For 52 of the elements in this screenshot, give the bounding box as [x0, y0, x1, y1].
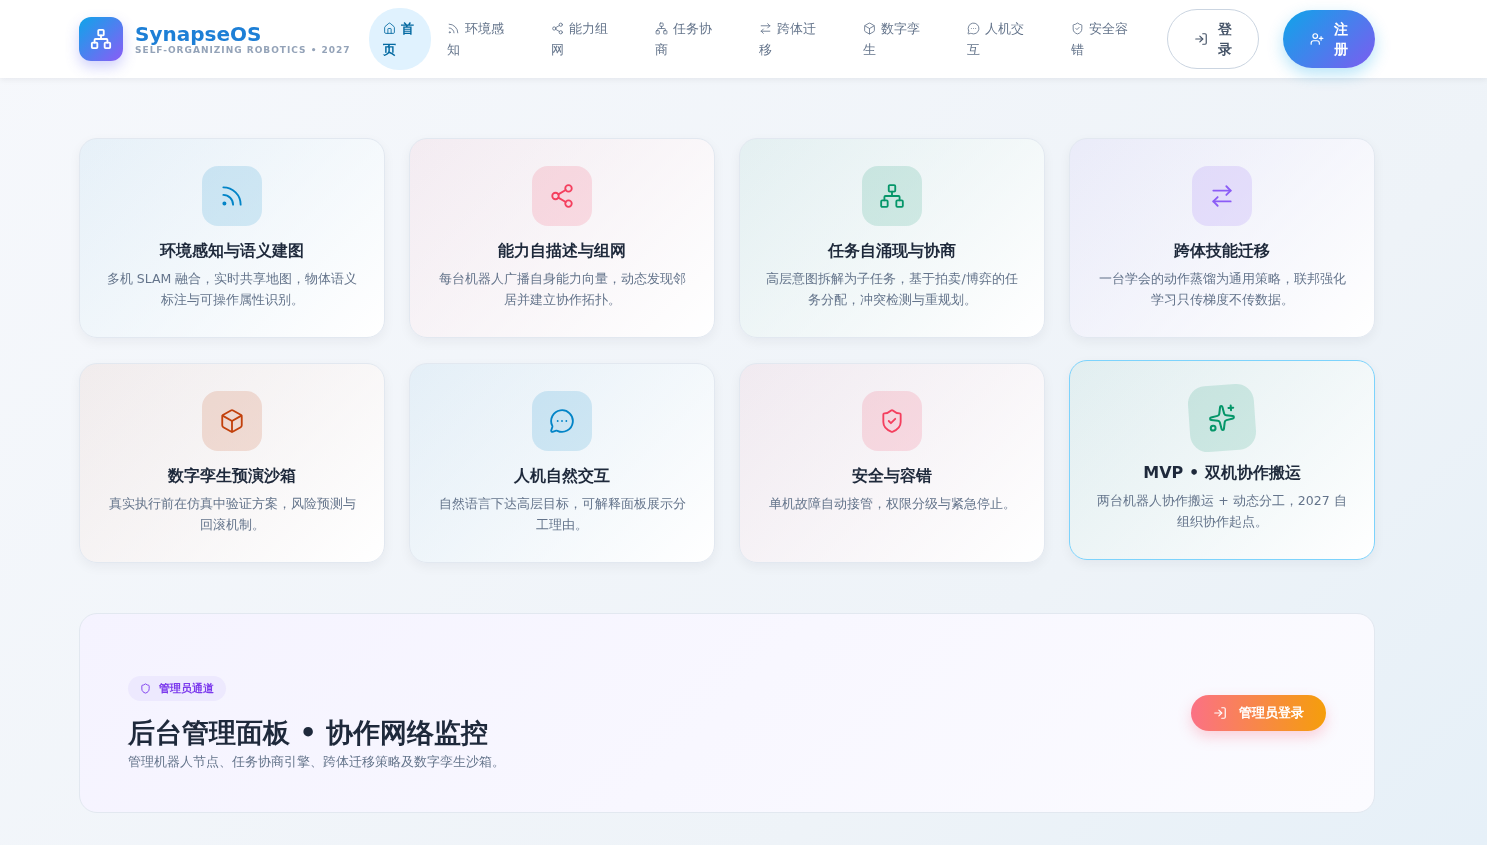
register-button[interactable]: 注册 — [1283, 10, 1375, 68]
nav-tab[interactable]: 首页 — [368, 8, 431, 70]
admin-description: 管理机器人节点、任务协商引擎、跨体迁移策略及数字孪生沙箱。 — [128, 752, 505, 771]
nav-tab[interactable]: 数字孪生 — [852, 8, 937, 70]
card-description: 单机故障自动接管，权限分级与紧急停止。 — [768, 495, 1016, 513]
swap-arrows-icon — [758, 22, 772, 35]
nav-tab[interactable]: 跨体迁移 — [748, 8, 833, 70]
sparkles-icon — [1206, 402, 1238, 434]
login-icon — [1213, 706, 1227, 720]
shield-check-icon — [879, 408, 905, 434]
card-description: 真实执行前在仿真中验证方案，风险预测与回滚机制。 — [107, 495, 357, 534]
signal-arcs-icon — [446, 22, 460, 35]
shield-check-icon — [1070, 22, 1084, 35]
admin-title: 后台管理面板 • 协作网络监控 — [128, 715, 489, 750]
add-user-icon — [1310, 32, 1324, 46]
badge-label: 管理员通道 — [159, 680, 214, 696]
hierarchy-icon — [879, 183, 905, 209]
login-icon — [1194, 32, 1208, 46]
card-title: 环境感知与语义建图 — [160, 241, 304, 262]
card-description: 一台学会的动作蒸馏为通用策略，联邦强化学习只传梯度不传数据。 — [1097, 270, 1347, 309]
card-description: 每台机器人广播自身能力向量，动态发现邻居并建立协作拓扑。 — [437, 270, 687, 309]
card-description: 高层意图拆解为子任务，基于拍卖/博弈的任务分配，冲突检测与重规划。 — [765, 270, 1019, 309]
card-title: 安全与容错 — [852, 466, 932, 487]
card-title: MVP • 双机协作搬运 — [1143, 463, 1301, 484]
hierarchy-icon — [654, 22, 668, 35]
nav-tab[interactable]: 环境感知 — [436, 8, 521, 70]
brand-tagline: SELF-ORGANIZING ROBOTICS • 2027 — [135, 45, 351, 55]
card-description: 两台机器人协作搬运 + 动态分工，2027 自组织协作起点。 — [1096, 492, 1348, 531]
nav-tab[interactable]: 能力组网 — [540, 8, 625, 70]
cube-icon — [862, 22, 876, 35]
nav-tab[interactable]: 任务协商 — [644, 8, 729, 70]
swap-arrows-icon — [1209, 183, 1235, 209]
brand-name: SynapseOS — [135, 23, 262, 45]
card-description: 自然语言下达高层目标，可解释面板展示分工理由。 — [437, 495, 687, 534]
nav-tab[interactable]: 安全容错 — [1060, 8, 1145, 70]
card-title: 能力自描述与组网 — [498, 241, 626, 262]
nav-tab[interactable]: 人机交互 — [956, 8, 1041, 70]
home-icon — [382, 22, 396, 35]
chat-bubble-icon — [966, 22, 980, 35]
cube-icon — [219, 408, 245, 434]
share-icon — [549, 183, 575, 209]
card-title: 人机自然交互 — [514, 466, 610, 487]
card-title: 任务自涌现与协商 — [828, 241, 956, 262]
card-title: 数字孪生预演沙箱 — [168, 466, 296, 487]
card-description: 多机 SLAM 融合，实时共享地图，物体语义标注与可操作属性识别。 — [105, 270, 359, 309]
login-button[interactable]: 登录 — [1167, 9, 1259, 69]
chat-bubble-icon — [549, 408, 575, 434]
share-icon — [550, 22, 564, 35]
card-title: 跨体技能迁移 — [1174, 241, 1270, 262]
logo[interactable] — [79, 17, 123, 61]
signal-arcs-icon — [219, 183, 245, 209]
shield-icon — [140, 682, 151, 694]
